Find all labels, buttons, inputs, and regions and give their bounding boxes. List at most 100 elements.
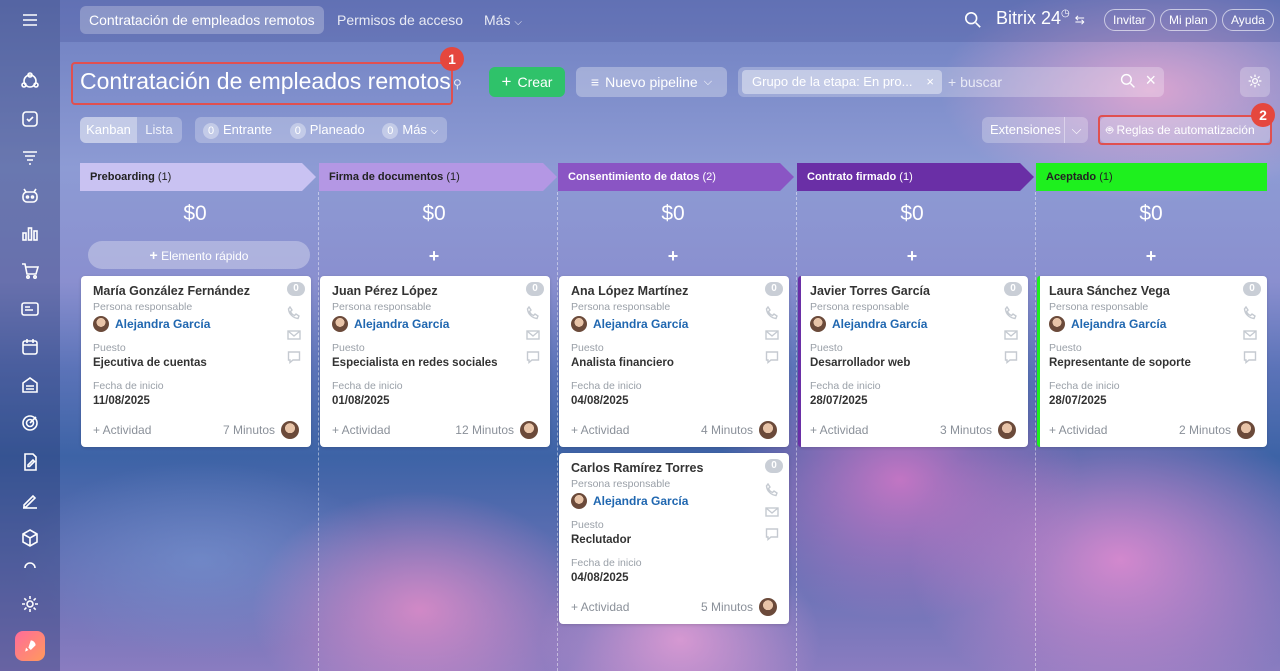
- entrante-counter[interactable]: 0 Entrante: [203, 122, 272, 139]
- kanban-tab[interactable]: Kanban: [80, 117, 137, 143]
- shop-icon[interactable]: [18, 259, 42, 283]
- card-title[interactable]: Ana López Martínez: [571, 284, 777, 298]
- help-button[interactable]: Ayuda: [1222, 9, 1274, 31]
- tab-mas[interactable]: Más ⌵: [475, 6, 531, 34]
- pipeline-label: Nuevo pipeline: [605, 74, 698, 90]
- phone-icon[interactable]: [765, 482, 779, 497]
- card-title[interactable]: Carlos Ramírez Torres: [571, 461, 777, 475]
- phone-icon[interactable]: [287, 305, 301, 320]
- mail-icon[interactable]: [526, 328, 540, 342]
- search-icon[interactable]: [964, 11, 982, 32]
- planeado-counter[interactable]: 0 Planeado: [289, 122, 365, 139]
- phone-icon[interactable]: [765, 305, 779, 320]
- invite-button[interactable]: Invitar: [1104, 9, 1155, 31]
- box-icon[interactable]: [18, 526, 42, 550]
- column-header-2[interactable]: Consentimiento de datos (2): [558, 163, 794, 191]
- calendar-icon[interactable]: [18, 335, 42, 359]
- extensions-button[interactable]: Extensiones ⌵: [982, 117, 1088, 143]
- responsible-name[interactable]: Alejandra García: [354, 317, 449, 331]
- filter-chip[interactable]: Grupo de la etapa: En pro... ×: [742, 70, 942, 94]
- chat-icon[interactable]: [287, 350, 301, 364]
- deal-card[interactable]: 0 Javier Torres García Persona responsable…: [798, 276, 1028, 447]
- search-input[interactable]: + buscar: [948, 74, 1002, 90]
- quick-add-label: Elemento rápido: [161, 249, 249, 263]
- deal-card[interactable]: 0 María González Fernández Persona respons…: [81, 276, 311, 447]
- add-item-button[interactable]: +: [1036, 246, 1266, 267]
- tab-permisos[interactable]: Permisos de acceso: [328, 6, 472, 34]
- card-actions: [765, 482, 779, 541]
- add-item-button[interactable]: +: [319, 246, 549, 267]
- card-title[interactable]: Javier Torres García: [810, 284, 1016, 298]
- card-title[interactable]: Juan Pérez López: [332, 284, 538, 298]
- add-activity-button[interactable]: + Actividad: [1049, 423, 1107, 437]
- column-header-0[interactable]: Preboarding (1): [80, 163, 316, 191]
- crm-icon[interactable]: [18, 69, 42, 93]
- document-edit-icon[interactable]: [18, 450, 42, 474]
- add-item-button[interactable]: +: [558, 246, 788, 267]
- tab-contratacion[interactable]: Contratación de empleados remotos: [80, 6, 324, 34]
- responsible-name[interactable]: Alejandra García: [593, 317, 688, 331]
- mail-icon[interactable]: [287, 328, 301, 342]
- add-activity-button[interactable]: + Actividad: [810, 423, 868, 437]
- filter-search-bar[interactable]: Grupo de la etapa: En pro... × + buscar ×: [738, 67, 1164, 97]
- tasks-icon[interactable]: [18, 107, 42, 131]
- settings-icon[interactable]: [18, 592, 42, 616]
- more-icon[interactable]: [18, 562, 42, 574]
- chat-icon[interactable]: [765, 527, 779, 541]
- responsible-name[interactable]: Alejandra García: [593, 494, 688, 508]
- list-tab[interactable]: Lista: [137, 117, 181, 143]
- avatar: [520, 421, 538, 439]
- brand-name: Bitrix: [996, 8, 1036, 28]
- add-activity-button[interactable]: + Actividad: [93, 423, 151, 437]
- chat-icon[interactable]: [1243, 350, 1257, 364]
- search-icon[interactable]: [1120, 73, 1136, 92]
- add-activity-button[interactable]: + Actividad: [571, 600, 629, 614]
- create-button[interactable]: + Crear: [489, 67, 565, 97]
- card-title[interactable]: Laura Sánchez Vega: [1049, 284, 1255, 298]
- responsible-name[interactable]: Alejandra García: [832, 317, 927, 331]
- responsible-name[interactable]: Alejandra García: [1071, 317, 1166, 331]
- my-plan-button[interactable]: Mi plan: [1160, 9, 1217, 31]
- clear-icon[interactable]: ×: [1145, 70, 1156, 91]
- building-icon[interactable]: [18, 373, 42, 397]
- column-header-1[interactable]: Firma de documentos (1): [319, 163, 557, 191]
- chat-icon[interactable]: [1004, 350, 1018, 364]
- phone-icon[interactable]: [526, 305, 540, 320]
- signature-icon[interactable]: [18, 488, 42, 512]
- card-title[interactable]: María González Fernández: [93, 284, 299, 298]
- filter-icon[interactable]: [18, 145, 42, 169]
- deal-card[interactable]: 0 Laura Sánchez Vega Persona responsable Al…: [1037, 276, 1267, 447]
- deal-card[interactable]: 0 Ana López Martínez Persona responsable Al…: [559, 276, 789, 447]
- phone-icon[interactable]: [1243, 305, 1257, 320]
- column-sum: $0: [422, 202, 446, 225]
- new-pipeline-button[interactable]: ≡ Nuevo pipeline ⌵: [576, 67, 727, 97]
- column-header-3[interactable]: Contrato firmado (1): [797, 163, 1034, 191]
- chat-icon[interactable]: [765, 350, 779, 364]
- mail-icon[interactable]: [765, 505, 779, 519]
- chip-close-icon[interactable]: ×: [926, 70, 934, 94]
- deal-card[interactable]: 0 Carlos Ramírez Torres Persona responsabl…: [559, 453, 789, 624]
- quick-add-button[interactable]: + Elemento rápido: [88, 241, 310, 269]
- responsible-name[interactable]: Alejandra García: [115, 317, 210, 331]
- robot-icon[interactable]: [18, 183, 42, 207]
- brand-logo[interactable]: Bitrix 24◷ ⇆: [996, 8, 1085, 29]
- menu-icon[interactable]: [18, 8, 42, 32]
- mail-icon[interactable]: [1243, 328, 1257, 342]
- plus-icon: +: [149, 247, 158, 263]
- phone-icon[interactable]: [1004, 305, 1018, 320]
- settings-button[interactable]: [1240, 67, 1270, 97]
- mas-counter[interactable]: 0 Más ⌵: [382, 122, 438, 139]
- add-activity-button[interactable]: + Actividad: [332, 423, 390, 437]
- deal-card[interactable]: 0 Juan Pérez López Persona responsable Alej…: [320, 276, 550, 447]
- pin-icon[interactable]: ⚲: [453, 77, 462, 91]
- analytics-icon[interactable]: [18, 221, 42, 245]
- contact-card-icon[interactable]: [18, 297, 42, 321]
- rocket-icon[interactable]: [15, 631, 45, 661]
- mail-icon[interactable]: [1004, 328, 1018, 342]
- add-activity-button[interactable]: + Actividad: [571, 423, 629, 437]
- add-item-button[interactable]: +: [797, 246, 1027, 267]
- target-icon[interactable]: [18, 411, 42, 435]
- mail-icon[interactable]: [765, 328, 779, 342]
- chat-icon[interactable]: [526, 350, 540, 364]
- column-header-4[interactable]: Aceptado (1): [1036, 163, 1267, 191]
